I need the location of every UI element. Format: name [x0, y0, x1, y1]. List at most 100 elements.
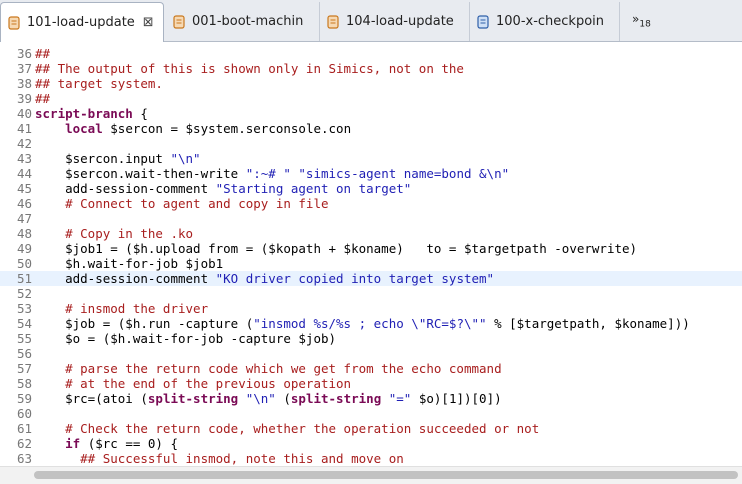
code-line[interactable]: 42: [0, 136, 742, 151]
code-token: (: [275, 391, 291, 406]
code-text: $job = ($h.run -capture ("insmod %s/%s ;…: [35, 316, 690, 331]
line-number: 46: [16, 196, 32, 211]
scrollbar-thumb[interactable]: [34, 471, 738, 479]
line-number: 41: [16, 121, 32, 136]
code-line[interactable]: 43 $sercon.input "\n": [0, 151, 742, 166]
script-file-icon: [7, 15, 21, 30]
line-number: 62: [16, 436, 32, 451]
line-number: 48: [16, 226, 32, 241]
code-line[interactable]: 39 ##: [0, 91, 742, 106]
line-number: 60: [16, 406, 32, 421]
code-line[interactable]: 47: [0, 211, 742, 226]
code-token: # Connect to agent and copy in file: [35, 196, 329, 211]
code-token: "\n": [245, 391, 276, 406]
code-text: # Check the return code, whether the ope…: [35, 421, 539, 436]
tab-104-load-update[interactable]: 104-load-update: [320, 2, 470, 41]
code-token: split-string: [147, 391, 239, 406]
code-text: $sercon.wait-then-write ":~# " "simics-a…: [35, 166, 509, 181]
code-text: ## target system.: [35, 76, 163, 91]
code-text: ## Successful insmod, note this and move…: [35, 451, 404, 465]
line-number: 36: [16, 46, 32, 61]
code-token: local: [65, 121, 103, 136]
code-token: "KO driver copied into target system": [215, 271, 495, 286]
code-token: # at the end of the previous operation: [35, 376, 352, 391]
code-line[interactable]: 55 $o = ($h.wait-for-job -capture $job): [0, 331, 742, 346]
line-number: 51: [16, 271, 32, 286]
code-token: ##: [35, 91, 51, 106]
tab-001-boot-machin[interactable]: 001-boot-machin: [166, 2, 320, 41]
code-text: $h.wait-for-job $job1: [35, 256, 223, 271]
code-line[interactable]: 59 $rc=(atoi (split-string "\n" (split-s…: [0, 391, 742, 406]
code-text: $sercon.input "\n": [35, 151, 200, 166]
code-line[interactable]: 54 $job = ($h.run -capture ("insmod %s/%…: [0, 316, 742, 331]
code-line[interactable]: 45 add-session-comment "Starting agent o…: [0, 181, 742, 196]
editor-tab-bar: 101-load-update ⊠ 001-boot-machin 104-lo…: [0, 0, 742, 42]
code-text: $rc=(atoi (split-string "\n" (split-stri…: [35, 391, 502, 406]
code-token: % [$targetpath, $koname])): [486, 316, 690, 331]
code-line[interactable]: 46 # Connect to agent and copy in file: [0, 196, 742, 211]
code-line[interactable]: 44 $sercon.wait-then-write ":~# " "simic…: [0, 166, 742, 181]
code-line[interactable]: 56: [0, 346, 742, 361]
code-token: # insmod the driver: [35, 301, 209, 316]
code-line[interactable]: 60: [0, 406, 742, 421]
code-token: $sercon.input: [35, 151, 171, 166]
code-text: ##: [35, 46, 50, 61]
line-number: 52: [16, 286, 32, 301]
code-editor[interactable]: 36 ## 37 ## The output of this is shown onl…: [0, 42, 742, 465]
tab-overflow-button[interactable]: »18: [632, 12, 651, 29]
code-token: ($rc == 0) {: [80, 436, 179, 451]
code-token: $o)[1])[0]): [411, 391, 502, 406]
code-token: $job = ($h.run -capture (: [35, 316, 254, 331]
code-line[interactable]: 36 ##: [0, 46, 742, 61]
close-tab-icon[interactable]: ⊠: [143, 15, 154, 30]
tab-100-x-checkpoin[interactable]: 100-x-checkpoin: [470, 2, 620, 41]
code-token: ## target system.: [35, 76, 163, 91]
code-line[interactable]: 57 # parse the return code which we get …: [0, 361, 742, 376]
code-line[interactable]: 52: [0, 286, 742, 301]
code-text: $job1 = ($h.upload from = ($kopath + $ko…: [35, 241, 637, 256]
code-line[interactable]: 58 # at the end of the previous operatio…: [0, 376, 742, 391]
code-token: ## The output of this is shown only in S…: [35, 61, 464, 76]
code-token: "Starting agent on target": [215, 181, 412, 196]
tab-label: 101-load-update: [27, 15, 135, 30]
line-number: 49: [16, 241, 32, 256]
code-token: # Copy in the .ko: [35, 226, 194, 241]
code-line[interactable]: 38 ## target system.: [0, 76, 742, 91]
code-token: if: [65, 436, 81, 451]
line-number: 39: [16, 91, 32, 106]
line-number: 56: [16, 346, 32, 361]
line-number: 57: [16, 361, 32, 376]
code-line[interactable]: 49 $job1 = ($h.upload from = ($kopath + …: [0, 241, 742, 256]
code-token: # Check the return code, whether the ope…: [35, 421, 540, 436]
line-number: 38: [16, 76, 32, 91]
code-text: if ($rc == 0) {: [35, 436, 178, 451]
code-token: $rc=(atoi (: [35, 391, 148, 406]
code-line[interactable]: 63 ## Successful insmod, note this and m…: [0, 451, 742, 465]
line-number: 63: [16, 451, 32, 465]
code-token: script-branch: [35, 106, 133, 121]
line-number: 58: [16, 376, 32, 391]
code-line[interactable]: 37 ## The output of this is shown only in…: [0, 61, 742, 76]
code-text: ## The output of this is shown only in S…: [35, 61, 464, 76]
horizontal-scrollbar[interactable]: [0, 466, 742, 484]
code-line[interactable]: 51 add-session-comment "KO driver copied…: [0, 271, 742, 286]
line-number: 55: [16, 331, 32, 346]
code-line[interactable]: 48 # Copy in the .ko: [0, 226, 742, 241]
tab-101-load-update[interactable]: 101-load-update ⊠: [0, 2, 164, 42]
code-text: $o = ($h.wait-for-job -capture $job): [35, 331, 336, 346]
code-line[interactable]: 61 # Check the return code, whether the …: [0, 421, 742, 436]
code-line[interactable]: 62 if ($rc == 0) {: [0, 436, 742, 451]
code-line[interactable]: 41 local $sercon = $system.serconsole.co…: [0, 121, 742, 136]
code-token: {: [132, 106, 148, 121]
code-line[interactable]: 53 # insmod the driver: [0, 301, 742, 316]
code-line[interactable]: 50 $h.wait-for-job $job1: [0, 256, 742, 271]
code-token: add-session-comment: [35, 271, 216, 286]
code-token: ":~# ": [245, 166, 291, 181]
code-line[interactable]: 40 script-branch {: [0, 106, 742, 121]
line-number: 59: [16, 391, 32, 406]
code-token: $h.wait-for-job $job1: [35, 256, 224, 271]
code-text: local $sercon = $system.serconsole.con: [35, 121, 351, 136]
